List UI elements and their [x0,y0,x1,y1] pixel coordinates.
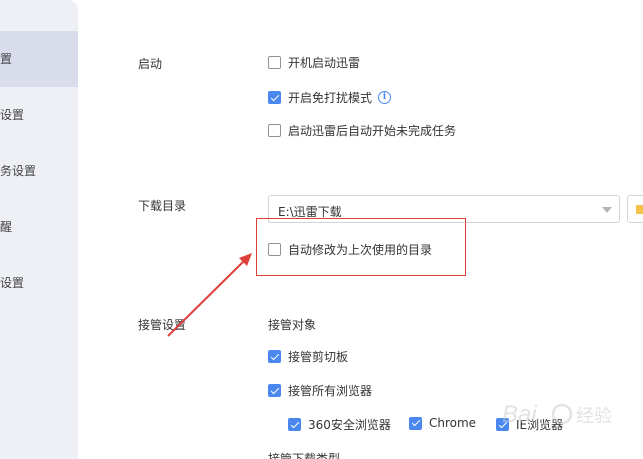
annotation-arrow [167,253,252,337]
svg-text:经验: 经验 [576,406,612,426]
svg-text:Bai: Bai [502,401,537,428]
settings-page: 设置 下载设置 任务设置 提醒 高级设置 启动 开机启动迅雷 开启免打扰模式 i… [0,0,643,459]
watermark-logo: Bai 经验 [502,401,612,428]
